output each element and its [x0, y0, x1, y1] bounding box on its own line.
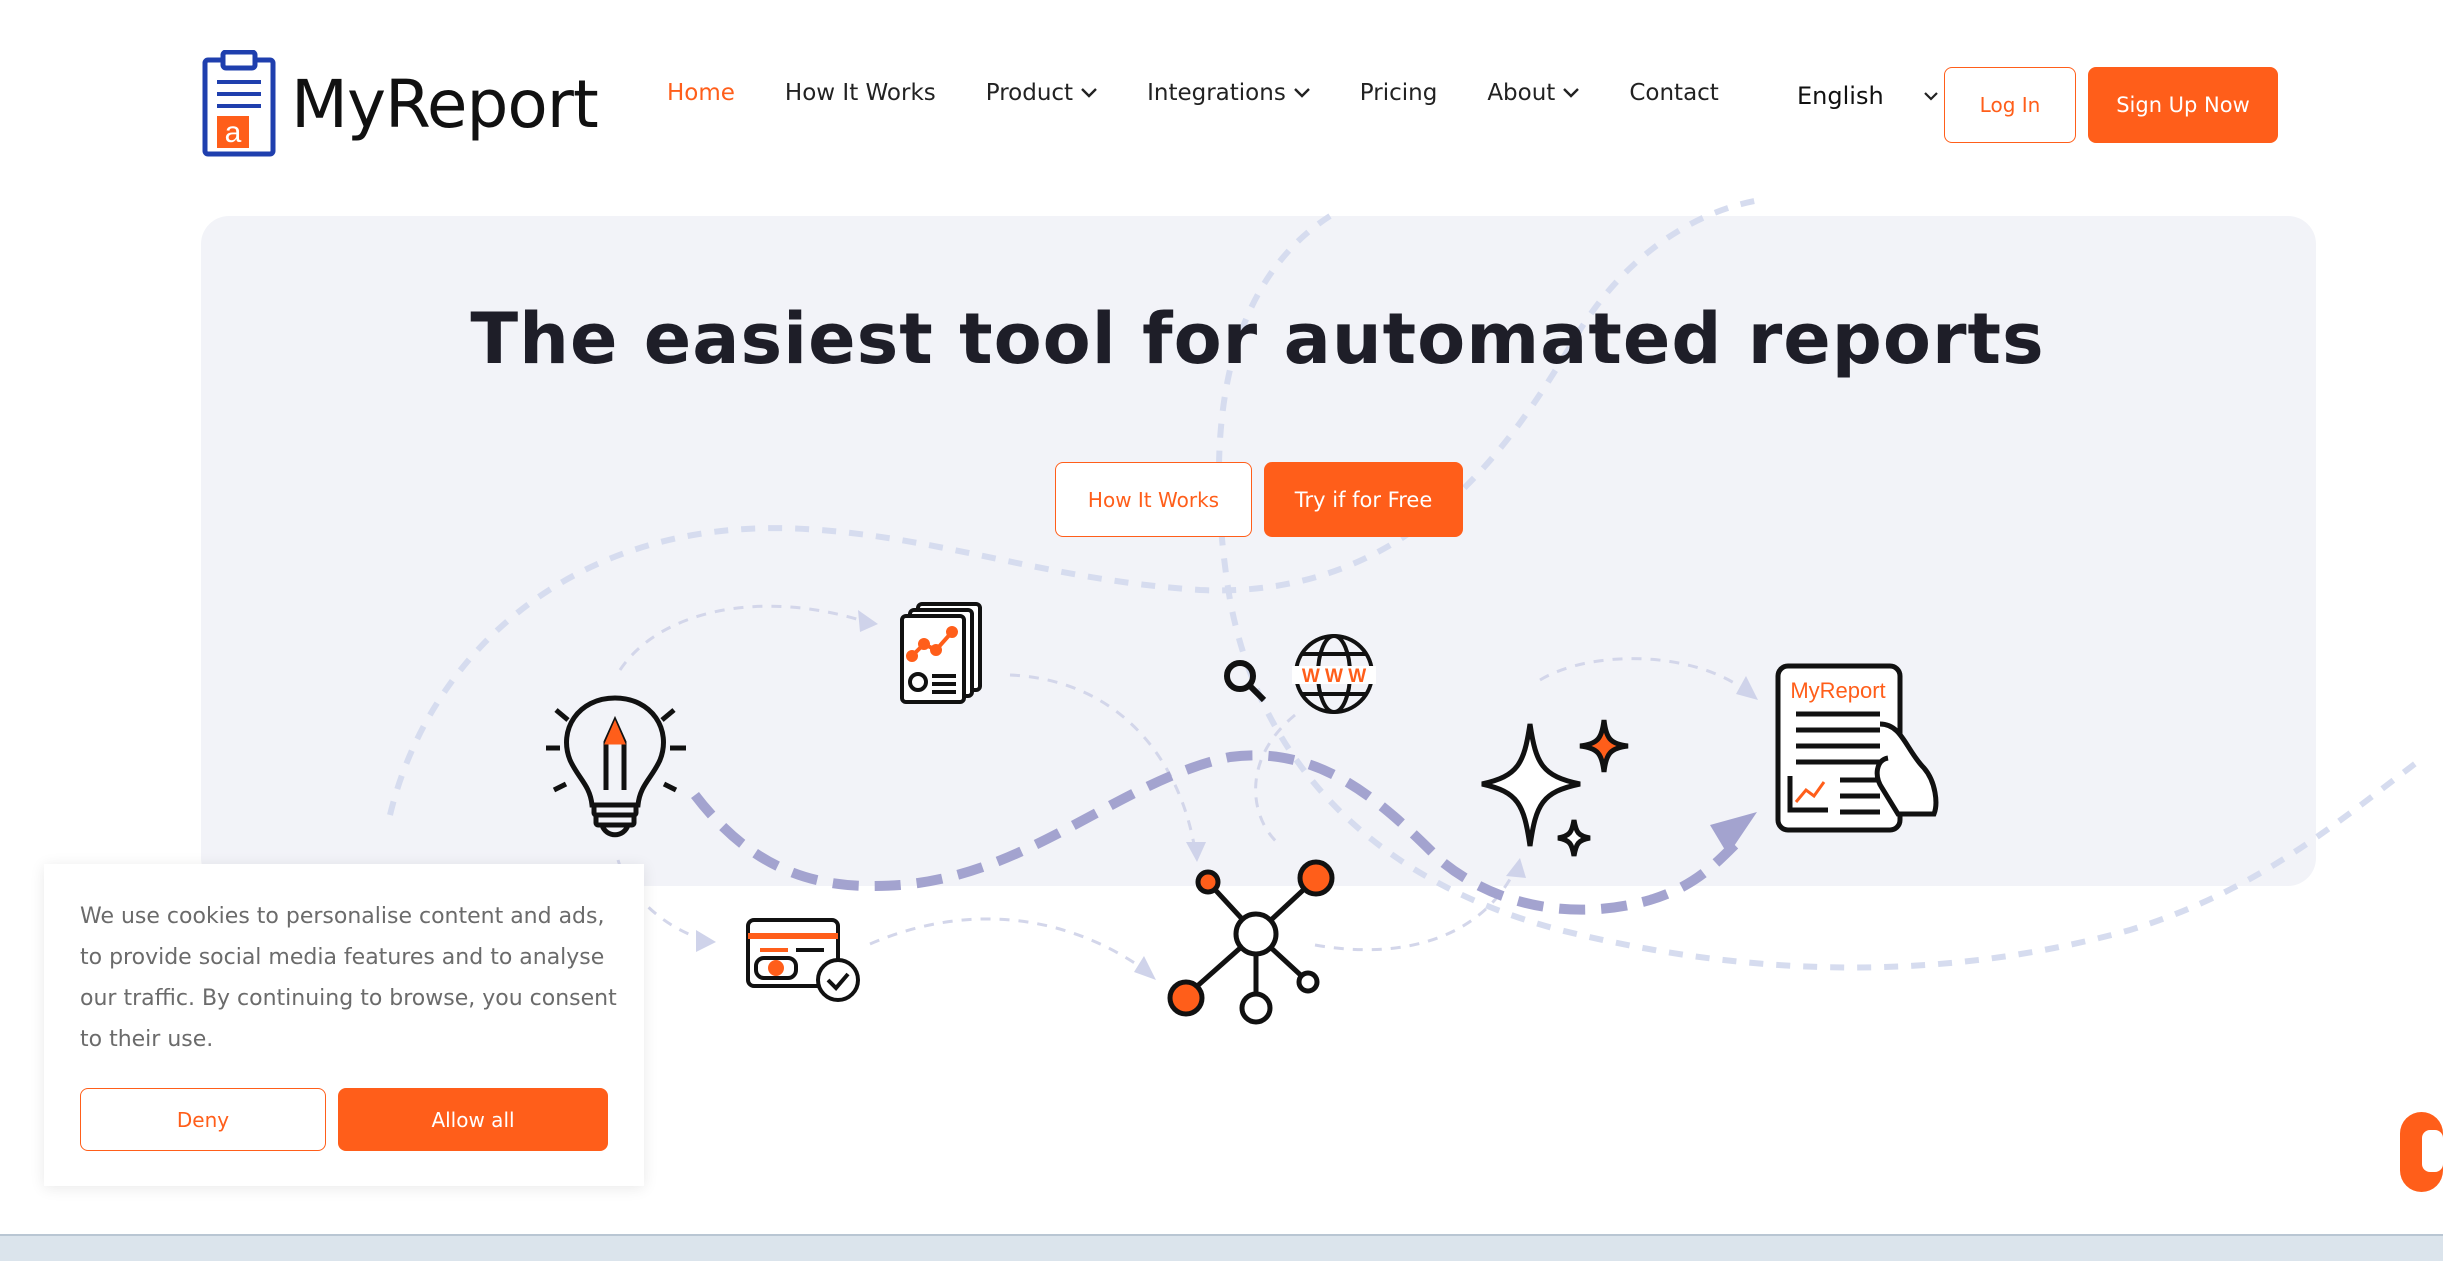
- arrowhead: [1506, 858, 1526, 878]
- flow-arrow-light: [1314, 869, 1517, 952]
- arrowhead: [858, 610, 878, 632]
- chat-widget-button[interactable]: [2400, 1112, 2443, 1192]
- taskbar-strip: [0, 1234, 2443, 1261]
- hero-title: The easiest tool for automated reports: [470, 298, 2045, 380]
- cookie-banner: We use cookies to personalise content an…: [44, 864, 644, 1186]
- globe-icon: W W W: [1292, 634, 1376, 714]
- arrowhead: [1736, 676, 1758, 700]
- myreport-document-icon: MyReport: [1775, 663, 1939, 833]
- report-stack-icon: [900, 602, 982, 704]
- allow-all-button[interactable]: Allow all: [338, 1088, 608, 1151]
- lightbulb-icon: [546, 695, 686, 838]
- flow-arrow-light: [618, 604, 861, 671]
- flow-arrow-light: [1009, 673, 1197, 851]
- credit-card-check-icon: [746, 918, 860, 1002]
- cookie-text: We use cookies to personalise content an…: [80, 904, 617, 1052]
- document-brand-text: MyReport: [1790, 678, 1885, 703]
- sparkles-icon: [1481, 719, 1629, 857]
- flow-arrow-light: [1254, 713, 1296, 847]
- arrowhead: [1186, 842, 1206, 862]
- flow-arrow-light: [1539, 657, 1746, 692]
- network-hub-icon: [1167, 859, 1335, 1025]
- chat-icon: [2422, 1130, 2443, 1172]
- deny-button[interactable]: Deny: [80, 1088, 326, 1151]
- arrowhead: [1134, 956, 1156, 980]
- globe-www-text: W W W: [1302, 666, 1366, 687]
- how-it-works-button[interactable]: How It Works: [1055, 462, 1252, 537]
- flow-arrow-light: [869, 917, 1146, 972]
- try-free-button[interactable]: Try if for Free: [1264, 462, 1463, 537]
- arrowhead: [696, 930, 716, 952]
